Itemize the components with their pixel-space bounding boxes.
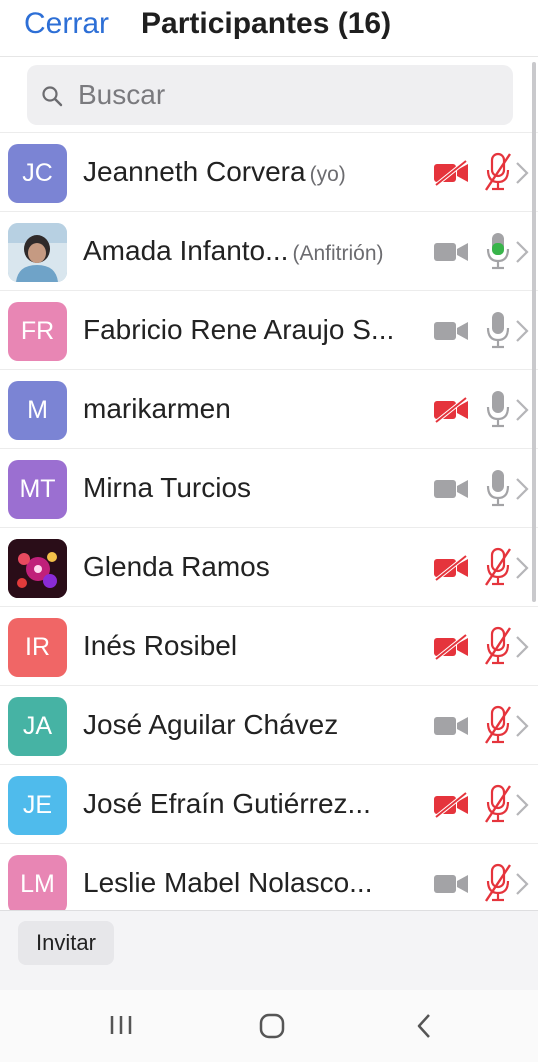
avatar-initials: IR xyxy=(25,633,50,661)
camera-off-icon[interactable] xyxy=(433,160,469,186)
avatar: MT xyxy=(8,460,67,519)
microphone-icon[interactable] xyxy=(484,389,512,429)
participant-name-wrap: José Aguilar Chávez xyxy=(83,706,338,744)
chevron-right-icon[interactable] xyxy=(514,870,530,898)
header: Cerrar Participantes (16) xyxy=(0,0,538,56)
chevron-right-icon[interactable] xyxy=(514,396,530,424)
chevron-right-icon[interactable] xyxy=(514,317,530,345)
participant-name-wrap: José Efraín Gutiérrez... xyxy=(83,785,371,823)
chevron-right-icon[interactable] xyxy=(514,159,530,187)
camera-icon[interactable] xyxy=(433,476,469,502)
participant-name: Leslie Mabel Nolasco... xyxy=(83,867,373,898)
home-icon[interactable] xyxy=(258,1012,286,1040)
avatar: IR xyxy=(8,618,67,677)
participant-name: marikarmen xyxy=(83,393,231,424)
chevron-right-icon[interactable] xyxy=(514,791,530,819)
avatar: LM xyxy=(8,855,67,910)
avatar-initials: MT xyxy=(19,475,56,503)
system-navbar xyxy=(0,990,538,1062)
search-input[interactable]: Buscar xyxy=(27,65,513,125)
participant-row[interactable]: IR Inés Rosibel xyxy=(0,607,538,686)
avatar-photo xyxy=(8,539,67,598)
participant-name-wrap: Jeanneth Corvera (yo) xyxy=(83,153,346,194)
microphone-muted-icon[interactable] xyxy=(484,547,512,587)
participant-name: José Efraín Gutiérrez... xyxy=(83,788,371,819)
camera-icon[interactable] xyxy=(433,239,469,265)
avatar xyxy=(8,223,67,282)
participant-row[interactable]: JA José Aguilar Chávez xyxy=(0,686,538,765)
microphone-active-icon[interactable] xyxy=(484,231,512,271)
participant-name: Amada Infanto... xyxy=(83,235,289,266)
avatar-initials: FR xyxy=(20,317,55,345)
participant-name: Mirna Turcios xyxy=(83,472,252,503)
participant-name-wrap: Mirna Turcios xyxy=(83,469,251,507)
avatar-initials: M xyxy=(27,396,48,424)
camera-off-icon[interactable] xyxy=(433,555,469,581)
microphone-muted-icon[interactable] xyxy=(484,784,512,824)
avatar xyxy=(8,539,67,598)
avatar: M xyxy=(8,381,67,440)
participant-role: (yo) xyxy=(309,163,346,186)
participant-name: Inés Rosibel xyxy=(83,630,238,661)
search-icon xyxy=(42,86,63,107)
search-bar: Buscar xyxy=(0,56,538,132)
participant-list[interactable]: JC Jeanneth Corvera (yo) Amada Infanto... (A… xyxy=(0,132,538,910)
participant-name-wrap: Fabricio Rene Araujo S... xyxy=(83,311,394,349)
chevron-right-icon[interactable] xyxy=(514,633,530,661)
chevron-right-icon[interactable] xyxy=(514,475,530,503)
avatar: JA xyxy=(8,697,67,756)
participant-name-wrap: Glenda Ramos xyxy=(83,548,270,586)
invite-button[interactable]: Invitar xyxy=(18,921,114,965)
participant-row[interactable]: Amada Infanto... (Anfitrión) xyxy=(0,212,538,291)
participant-row[interactable]: Glenda Ramos xyxy=(0,528,538,607)
participant-name: Fabricio Rene Araujo S... xyxy=(83,314,395,345)
camera-off-icon[interactable] xyxy=(433,634,469,660)
microphone-muted-icon[interactable] xyxy=(484,152,512,192)
avatar-initials: JA xyxy=(22,712,53,740)
microphone-muted-icon[interactable] xyxy=(484,863,512,903)
chevron-right-icon[interactable] xyxy=(514,554,530,582)
recent-apps-icon[interactable] xyxy=(108,1012,134,1038)
participant-role: (Anfitrión) xyxy=(292,242,384,265)
participant-name: Glenda Ramos xyxy=(83,551,270,582)
participant-row[interactable]: FR Fabricio Rene Araujo S... xyxy=(0,291,538,370)
microphone-icon[interactable] xyxy=(484,310,512,350)
participant-name: José Aguilar Chávez xyxy=(83,709,339,740)
avatar-initials: JC xyxy=(22,159,53,187)
camera-icon[interactable] xyxy=(433,713,469,739)
avatar: FR xyxy=(8,302,67,361)
footer: Invitar xyxy=(0,910,538,990)
microphone-muted-icon[interactable] xyxy=(484,626,512,666)
camera-off-icon[interactable] xyxy=(433,792,469,818)
participant-name-wrap: Leslie Mabel Nolasco... xyxy=(83,864,372,902)
avatar: JC xyxy=(8,144,67,203)
chevron-right-icon[interactable] xyxy=(514,712,530,740)
avatar: JE xyxy=(8,776,67,835)
participant-row[interactable]: Mmarikarmen xyxy=(0,370,538,449)
chevron-right-icon[interactable] xyxy=(514,238,530,266)
search-placeholder: Buscar xyxy=(78,79,166,110)
camera-icon[interactable] xyxy=(433,318,469,344)
participant-name-wrap: Amada Infanto... (Anfitrión) xyxy=(83,232,384,273)
close-button[interactable]: Cerrar xyxy=(24,4,109,44)
participant-row[interactable]: JE José Efraín Gutiérrez... xyxy=(0,765,538,844)
page-title: Participantes (16) xyxy=(141,7,392,40)
participant-name-wrap: marikarmen xyxy=(83,390,231,428)
avatar-initials: JE xyxy=(22,791,53,819)
camera-icon[interactable] xyxy=(433,871,469,897)
microphone-icon[interactable] xyxy=(484,468,512,508)
avatar-photo xyxy=(8,223,67,282)
participant-row[interactable]: JC Jeanneth Corvera (yo) xyxy=(0,133,538,212)
camera-off-icon[interactable] xyxy=(433,397,469,423)
participant-row[interactable]: MT Mirna Turcios xyxy=(0,449,538,528)
back-icon[interactable] xyxy=(414,1012,434,1040)
scrollbar[interactable] xyxy=(532,62,536,602)
avatar-initials: LM xyxy=(20,870,55,898)
microphone-muted-icon[interactable] xyxy=(484,705,512,745)
participant-row[interactable]: LM Leslie Mabel Nolasco... xyxy=(0,844,538,910)
participant-name: Jeanneth Corvera xyxy=(83,156,306,187)
participant-name-wrap: Inés Rosibel xyxy=(83,627,237,665)
